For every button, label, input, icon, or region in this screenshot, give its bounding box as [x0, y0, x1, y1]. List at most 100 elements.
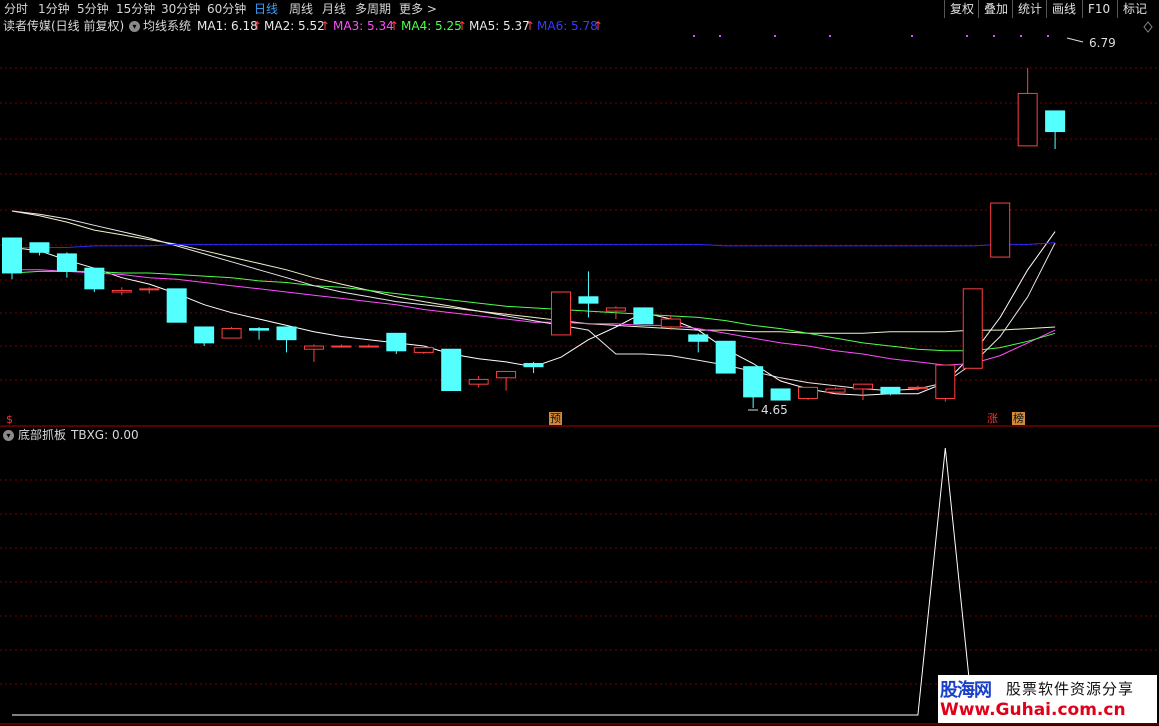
f10-button[interactable]: F10 [1082, 0, 1115, 18]
candle [166, 288, 187, 323]
candle [935, 364, 956, 402]
candle-body [990, 202, 1011, 258]
candle-body [441, 348, 462, 392]
arrow-up-icon: ↑ [252, 19, 263, 33]
candle [29, 242, 50, 256]
tab-weekly[interactable]: 周线 [289, 0, 313, 18]
signal-dot [993, 35, 995, 37]
dropdown-icon[interactable]: ▾ [129, 21, 140, 32]
ma6-value: MA6: 5.78 [537, 19, 598, 33]
candle [990, 202, 1011, 258]
candle [194, 326, 215, 347]
tbxg-line [12, 447, 1056, 716]
candle [852, 383, 873, 401]
candle-body [276, 326, 297, 341]
candle-body [743, 366, 764, 398]
tab-more[interactable]: 更多 > [399, 0, 437, 18]
mark-button[interactable]: 标记 [1117, 0, 1152, 18]
candle [825, 387, 846, 393]
candle [331, 344, 352, 348]
candle-body [962, 288, 983, 369]
indicator-lines [12, 447, 1056, 716]
candle [743, 366, 764, 408]
statistics-button[interactable]: 统计 [1012, 0, 1047, 18]
tab-5min[interactable]: 5分钟 [77, 0, 109, 18]
arrow-up-icon: ↑ [525, 19, 536, 33]
candle-body [194, 326, 215, 344]
stock-title: 读者传媒(日线 前复权) [3, 19, 125, 33]
signal-dot [1047, 35, 1049, 37]
candles [2, 68, 1066, 408]
tab-1min[interactable]: 1分钟 [38, 0, 70, 18]
candle-body [1045, 110, 1066, 133]
tbxg-value: TBXG: 0.00 [71, 428, 139, 442]
candle-body [715, 340, 736, 374]
low-price-label: 4.65 [761, 403, 788, 417]
ma5-value: MA5: 5.37 [469, 19, 530, 33]
high-price-marker: 6.79 [1066, 36, 1116, 50]
indicator-panel-title[interactable]: 底部抓板 [18, 427, 66, 443]
candle [1045, 110, 1066, 150]
ranking-marker[interactable]: 榜 [1012, 412, 1025, 425]
candle-body [852, 383, 873, 390]
candle [523, 361, 544, 374]
rise-marker[interactable]: 涨 [986, 412, 999, 425]
candle-body [331, 345, 352, 348]
forecast-marker[interactable]: 预 [549, 412, 562, 425]
candle [1017, 68, 1038, 147]
tab-15min[interactable]: 15分钟 [116, 0, 155, 18]
candle-body [907, 386, 928, 389]
candle [441, 348, 462, 392]
watermark-url: Www.Guhai.com.cn [940, 700, 1126, 720]
candle [2, 237, 22, 280]
candle-body [29, 242, 50, 253]
candle [688, 333, 709, 353]
restore-rights-button[interactable]: 复权 [944, 0, 979, 18]
candle-body [660, 318, 681, 328]
dropdown-icon[interactable]: ▾ [3, 430, 14, 441]
candle [468, 376, 489, 388]
candle-body [249, 328, 270, 331]
overlay-button[interactable]: 叠加 [978, 0, 1013, 18]
candle [139, 287, 160, 294]
candle-body [358, 345, 379, 348]
signal-dot [774, 35, 776, 37]
candle [221, 326, 242, 339]
candle [413, 347, 434, 354]
arrow-up-icon: ↑ [593, 19, 604, 33]
candle [715, 340, 736, 374]
candle [56, 252, 77, 278]
tab-60min[interactable]: 60分钟 [207, 0, 246, 18]
ma3-value: MA3: 5.34 [333, 19, 394, 33]
candle [962, 288, 983, 369]
watermark-text: 股票软件资源分享 [1006, 680, 1135, 698]
candle-body [1017, 92, 1038, 147]
candle [276, 326, 297, 353]
candle-body [56, 253, 77, 272]
candle [798, 386, 819, 401]
tab-daily[interactable]: 日线 [254, 0, 278, 18]
candle-body [84, 267, 105, 290]
indicator-title[interactable]: 均线系统 [143, 18, 191, 34]
candle-body [688, 334, 709, 342]
candle-body [825, 388, 846, 393]
tab-30min[interactable]: 30分钟 [161, 0, 200, 18]
chart-canvas[interactable]: 6.79 4.65 [0, 0, 1159, 726]
dollar-marker-icon[interactable]: $ [5, 413, 14, 426]
candle-body [633, 307, 654, 325]
candle-body [578, 296, 599, 304]
tab-fenshi[interactable]: 分时 [4, 0, 28, 18]
ma4-value: MA4: 5.25 [401, 19, 462, 33]
period-toolbar: 分时 1分钟 5分钟 15分钟 30分钟 60分钟 日线 周线 月线 多周期 更… [0, 0, 1159, 18]
candle-body [798, 386, 819, 399]
arrow-up-icon: ↑ [389, 19, 400, 33]
tab-monthly[interactable]: 月线 [322, 0, 346, 18]
ma1-value: MA1: 6.18 [197, 19, 258, 33]
candle [907, 385, 928, 391]
low-price-marker: 4.65 [748, 403, 788, 417]
main-info-line: 读者传媒(日线 前复权) ▾ 均线系统 MA1: 6.18 ↑ MA2: 5.5… [0, 18, 1159, 34]
candle [880, 386, 901, 396]
ma2-value: MA2: 5.52 [264, 19, 325, 33]
tab-multi-period[interactable]: 多周期 [355, 0, 391, 18]
draw-line-button[interactable]: 画线 [1046, 0, 1081, 18]
